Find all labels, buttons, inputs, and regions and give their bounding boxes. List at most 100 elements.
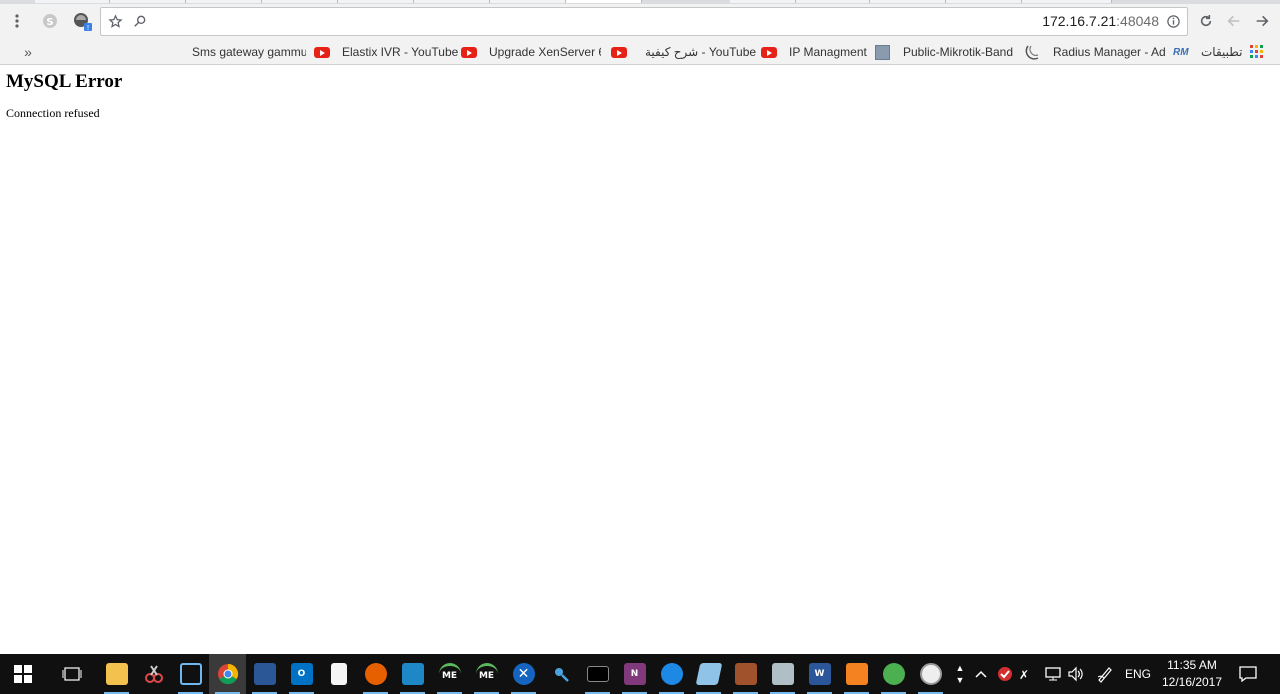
document-icon <box>330 663 347 685</box>
pdf-icon <box>845 663 868 685</box>
menu-dots-icon[interactable] <box>5 9 29 33</box>
start-button[interactable] <box>4 654 41 694</box>
tab[interactable] <box>262 0 338 3</box>
taskbar-snipping-tool[interactable] <box>135 654 172 694</box>
bookmark-public-mikrotik[interactable]: Public-Mikrotik-Band <box>875 42 1017 62</box>
taskbar-app-blue[interactable] <box>394 654 431 694</box>
taskbar-scroll-arrows[interactable]: ▲ ▼ <box>952 654 968 694</box>
folder-icon <box>105 663 128 685</box>
tab[interactable] <box>870 0 946 3</box>
taskbar-app-book[interactable] <box>690 654 727 694</box>
youtube-icon <box>761 46 777 58</box>
taskbar-pdf[interactable] <box>838 654 875 694</box>
taskbar-app-boxes[interactable] <box>727 654 764 694</box>
apps-grid-icon <box>1250 45 1264 59</box>
pen-tray-icon[interactable] <box>1094 654 1116 694</box>
tab[interactable] <box>186 0 262 3</box>
scissors-icon <box>143 663 165 685</box>
bookmarks-bar: » Sms gateway gammu Elastix IVR - YouTub… <box>0 38 1280 65</box>
bookmark-star-icon[interactable] <box>103 9 127 33</box>
chevron-down-icon[interactable]: ▼ <box>956 674 965 686</box>
url-input[interactable] <box>135 12 1135 32</box>
radius-icon <box>1025 44 1041 60</box>
app-window-icon <box>401 663 424 685</box>
x-app-icon: ✕ <box>512 663 535 685</box>
network-tray-icon[interactable] <box>1043 654 1063 694</box>
taskbar-app-compass[interactable] <box>912 654 949 694</box>
bookmark-apps[interactable]: RM تطبيقات <box>1173 42 1273 62</box>
taskbar-chrome[interactable] <box>209 654 246 694</box>
taskbar-app-globe[interactable] <box>653 654 690 694</box>
forward-arrow-icon[interactable] <box>1250 9 1274 33</box>
tab-active[interactable] <box>566 0 642 3</box>
taskbar-me-2[interactable]: ME <box>468 654 505 694</box>
globe-icon <box>660 663 683 685</box>
tab[interactable] <box>946 0 1022 3</box>
language-indicator[interactable]: ENG <box>1122 654 1154 694</box>
tab[interactable] <box>730 0 796 3</box>
svg-text:S: S <box>46 17 53 28</box>
taskbar-me-1[interactable]: ME <box>431 654 468 694</box>
site-info-icon[interactable] <box>1161 9 1185 33</box>
chrome-icon <box>217 663 238 685</box>
taskbar-app-screen[interactable] <box>764 654 801 694</box>
ime-tray-icon[interactable]: ✗ <box>1018 654 1038 694</box>
bookmark-youtube-arabic[interactable]: شرح كيفية - YouTube <box>611 42 757 62</box>
tab[interactable] <box>338 0 414 3</box>
volume-icon[interactable] <box>1066 654 1086 694</box>
taskbar-notepad[interactable] <box>320 654 357 694</box>
tab[interactable] <box>110 0 186 3</box>
show-hidden-icons-chevron-icon[interactable] <box>972 654 990 694</box>
tab[interactable] <box>796 0 870 3</box>
bookmark-radius-manager[interactable]: Radius Manager - Ad <box>1025 42 1168 62</box>
address-bar[interactable]: 172.16.7.21:48048 <box>100 7 1188 36</box>
windows-taskbar: O ME ME ✕ N W ▲ ▼ ✗ ENG 11:35 AM 12/16/2… <box>0 654 1280 694</box>
bookmark-label: تطبيقات <box>1201 45 1243 59</box>
taskbar-word[interactable]: W <box>801 654 838 694</box>
action-center-notification-icon[interactable] <box>1234 654 1262 694</box>
compass-icon <box>919 663 942 685</box>
back-arrow-icon[interactable] <box>1222 9 1246 33</box>
taskbar-remote-desktop[interactable] <box>172 654 209 694</box>
chevron-up-icon[interactable]: ▲ <box>956 662 965 674</box>
bookmark-sms-gateway[interactable]: Sms gateway gammu <box>192 42 306 62</box>
antivirus-tray-icon[interactable] <box>995 654 1015 694</box>
me-app-icon: ME <box>475 663 498 685</box>
youtube-icon <box>461 46 477 58</box>
skype-extension-icon[interactable]: S <box>38 9 62 33</box>
taskbar-app-downloader[interactable] <box>875 654 912 694</box>
taskbar-xshell[interactable]: ✕ <box>505 654 542 694</box>
taskbar-search-tool[interactable] <box>542 654 579 694</box>
outlook-icon: O <box>290 663 313 685</box>
me-app-icon: ME <box>438 663 461 685</box>
tab[interactable] <box>414 0 490 3</box>
bookmark-elastix-ivr[interactable]: Elastix IVR - YouTube <box>314 42 459 62</box>
book-icon <box>695 663 722 685</box>
monitor-icon <box>179 663 202 685</box>
network-computer-icon <box>253 663 276 685</box>
tab[interactable] <box>1022 0 1112 3</box>
taskbar-outlook[interactable]: O <box>283 654 320 694</box>
reload-icon[interactable] <box>1194 9 1218 33</box>
bookmark-ip-managment[interactable]: IP Managment <box>761 42 871 62</box>
task-view-button[interactable] <box>53 654 90 694</box>
taskbar-firefox[interactable] <box>357 654 394 694</box>
tab[interactable] <box>35 0 110 3</box>
taskbar-file-explorer[interactable] <box>98 654 135 694</box>
bookmark-upgrade-xenserver[interactable]: Upgrade XenServer 6 <box>461 42 603 62</box>
taskbar-terminal[interactable] <box>579 654 616 694</box>
bookmark-label: شرح كيفية - YouTube <box>645 45 757 59</box>
browser-toolbar: S ! 172.16.7.21:48048 <box>0 4 1280 38</box>
rm-icon: RM <box>1173 46 1189 58</box>
bookmark-label: Sms gateway gammu <box>192 45 306 59</box>
bookmark-label: Public-Mikrotik-Band <box>903 45 1014 59</box>
windows-logo-icon <box>13 665 32 683</box>
youtube-icon <box>611 46 627 58</box>
taskbar-onenote[interactable]: N <box>616 654 653 694</box>
word-icon: W <box>808 663 831 685</box>
tab[interactable] <box>490 0 566 3</box>
taskbar-network-app[interactable] <box>246 654 283 694</box>
bookmarks-overflow-chevron-icon[interactable]: » <box>20 42 36 62</box>
system-clock[interactable]: 11:35 AM 12/16/2017 <box>1160 657 1224 691</box>
extension-icon[interactable]: ! <box>70 9 94 33</box>
